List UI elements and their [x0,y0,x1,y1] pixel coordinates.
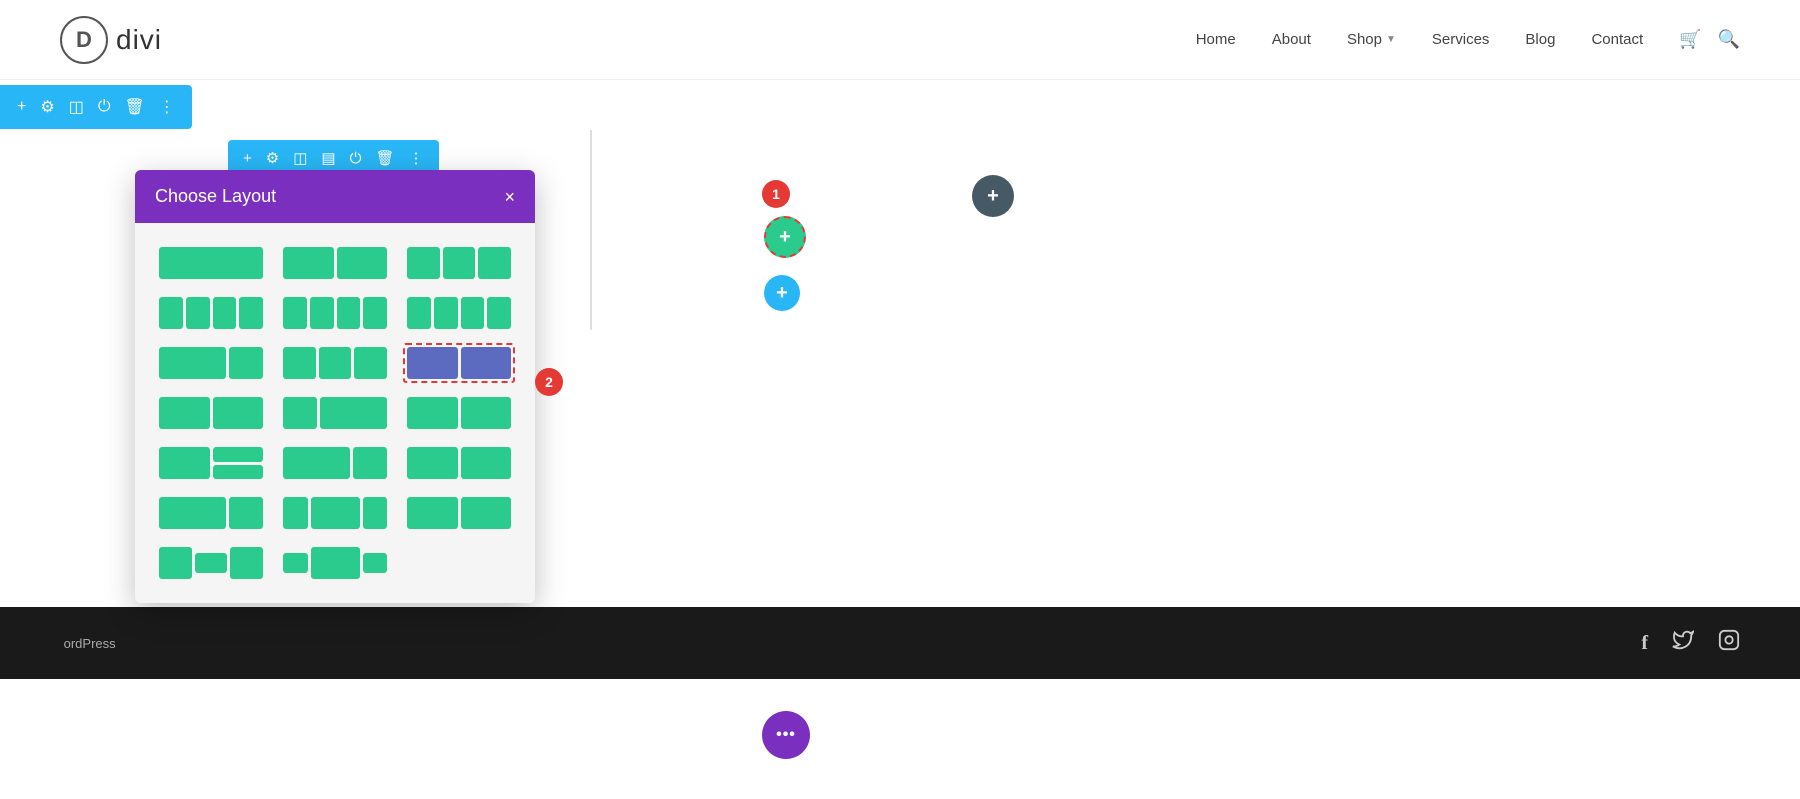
layout-dialog: Choose Layout × [135,170,535,603]
toolbar-add[interactable]: + [12,94,31,120]
layout-option-r5c2[interactable] [279,443,391,483]
instagram-icon[interactable] [1718,629,1740,657]
nav-services[interactable]: Services [1432,31,1490,48]
layout-option-1col[interactable] [155,243,267,283]
main-nav: Home About Shop ▼ Services Blog Contact … [1196,29,1740,50]
layout-option-r5c3[interactable] [403,443,515,483]
badge-1: 1 [762,180,790,208]
toolbar-power[interactable]: ⏻ [93,94,116,120]
layout-option-r7c1[interactable] [155,543,267,583]
layout-option-4col[interactable] [155,293,267,333]
nav-blog[interactable]: Blog [1525,31,1555,48]
layout-option-3col[interactable] [403,243,515,283]
layout-option-3col-b[interactable] [279,343,391,383]
dots-icon: ••• [776,726,796,744]
section-add[interactable]: + [238,147,257,170]
logo-icon: D [60,16,108,64]
layout-option-r6c3[interactable] [403,493,515,533]
toolbar-settings[interactable]: ⚙ [35,93,59,121]
top-toolbar: + ⚙ ◫ ⏻ 🗑 ⋮ [0,85,192,129]
logo: D divi [60,16,162,64]
layout-option-4col-c[interactable] [403,293,515,333]
layout-option-r4c2[interactable] [279,393,391,433]
vertical-divider [590,130,592,330]
badge-2: 2 [535,368,563,396]
search-icon[interactable]: 🔍 [1718,29,1740,50]
layout-grid-container [135,223,535,603]
cart-icon[interactable]: 🛒 [1679,29,1701,50]
layout-option-r4c3[interactable] [403,393,515,433]
toolbar-delete[interactable]: 🗑 [119,93,149,121]
footer-bar: ordPress f [0,607,1800,679]
layout-option-r6c1[interactable] [155,493,267,533]
shop-chevron: ▼ [1386,34,1396,45]
bottom-menu-button[interactable]: ••• [762,711,810,759]
footer-social: f [1641,629,1740,657]
nav-about[interactable]: About [1272,31,1311,48]
footer-text: ordPress [60,636,116,651]
facebook-icon[interactable]: f [1641,632,1648,655]
toolbar-more[interactable]: ⋮ [154,93,180,121]
section-resize[interactable]: ◫ [288,146,312,170]
dialog-header: Choose Layout × [135,170,535,223]
plus-icon-blue: + [776,282,788,305]
twitter-icon[interactable] [1672,629,1694,657]
section-columns[interactable]: ▤ [316,146,340,170]
layout-option-2col-big[interactable] [155,343,267,383]
layout-option-2col[interactable] [279,243,391,283]
dialog-close-button[interactable]: × [504,188,515,206]
nav-icons: 🛒 🔍 [1679,29,1740,50]
nav-shop[interactable]: Shop ▼ [1347,31,1396,48]
nav-contact[interactable]: Contact [1591,31,1643,48]
logo-name: divi [116,24,162,56]
add-button-dark[interactable]: + [972,175,1014,217]
section-more[interactable]: ⋮ [404,146,429,170]
toolbar-duplicate[interactable]: ◫ [64,93,89,121]
layout-option-4col-b[interactable] [279,293,391,333]
plus-icon-green: + [779,226,791,249]
add-button-green[interactable]: + [764,216,806,258]
layout-option-r6c2[interactable] [279,493,391,533]
add-button-blue[interactable]: + [764,275,800,311]
layout-option-selected[interactable] [403,343,515,383]
section-settings[interactable]: ⚙ [261,146,284,170]
layout-option-r7c2[interactable] [279,543,391,583]
header: D divi Home About Shop ▼ Services Blog C… [0,0,1800,80]
layout-option-r5c1[interactable] [155,443,267,483]
nav-home[interactable]: Home [1196,31,1236,48]
section-delete[interactable]: 🗑 [370,146,399,170]
layout-option-r4c1[interactable] [155,393,267,433]
plus-icon-dark: + [987,185,999,208]
dialog-title: Choose Layout [155,186,276,207]
section-power[interactable]: ⏻ [345,147,367,170]
